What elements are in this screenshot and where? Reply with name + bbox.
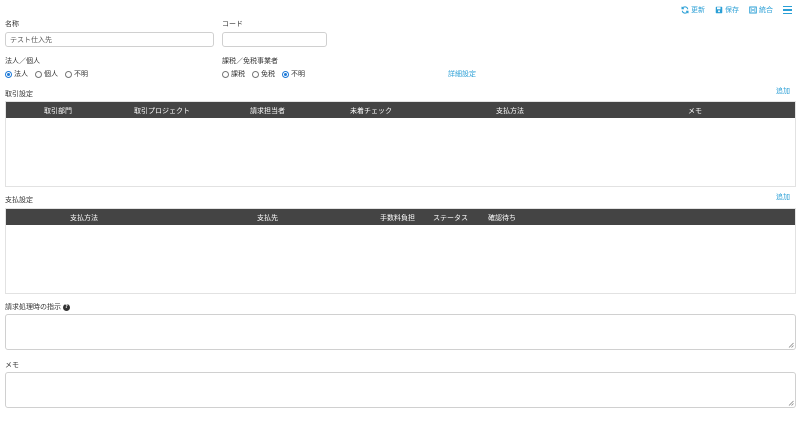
code-input[interactable]: [222, 32, 327, 47]
radio-icon[interactable]: [222, 70, 229, 78]
table-header: 取引部門 取引プロジェクト 請求担当者 未着チェック 支払方法 メモ: [6, 102, 795, 118]
billing-instructions-textarea[interactable]: [5, 314, 796, 350]
entity-type-option-unknown[interactable]: 不明: [65, 69, 88, 79]
save-button-label: 保存: [725, 6, 739, 14]
column-header[interactable]: 支払先: [257, 213, 278, 223]
help-icon[interactable]: ?: [63, 303, 70, 311]
code-label: コード: [222, 20, 243, 28]
update-button[interactable]: 更新: [681, 5, 705, 15]
transaction-settings-table: 取引部門 取引プロジェクト 請求担当者 未着チェック 支払方法 メモ: [5, 101, 796, 187]
column-header[interactable]: 取引プロジェクト: [134, 106, 190, 116]
entity-type-label: 法人／個人: [5, 57, 40, 65]
transaction-add-link[interactable]: 追加: [776, 86, 790, 96]
transaction-settings-title: 取引設定: [5, 90, 33, 98]
column-header[interactable]: 支払方法: [70, 213, 98, 223]
toolbar: 更新 保存 統合: [681, 5, 792, 15]
radio-icon[interactable]: [35, 70, 42, 78]
column-header[interactable]: 手数料負担: [380, 213, 415, 223]
billing-instructions-label: 請求処理時の指示?: [5, 302, 70, 312]
column-header[interactable]: 支払方法: [496, 106, 524, 116]
tax-status-radio-group: 課税 免税 不明: [222, 69, 308, 79]
name-input[interactable]: テスト仕入先: [5, 32, 214, 47]
tax-status-option-unknown[interactable]: 不明: [282, 69, 305, 79]
radio-icon[interactable]: [282, 70, 289, 78]
payment-settings-title: 支払設定: [5, 196, 33, 204]
table-header: 支払方法 支払先 手数料負担 ステータス 確認待ち: [6, 209, 795, 225]
floppy-disk-icon: [715, 6, 723, 14]
column-header[interactable]: 未着チェック: [350, 106, 392, 116]
entity-type-option-corporation[interactable]: 法人: [5, 69, 28, 79]
radio-icon[interactable]: [65, 70, 72, 78]
column-header[interactable]: ステータス: [433, 213, 468, 223]
hamburger-menu-icon[interactable]: [783, 6, 792, 14]
resize-handle-icon[interactable]: [788, 400, 794, 406]
radio-icon[interactable]: [252, 70, 259, 78]
merge-button-label: 統合: [759, 6, 773, 14]
payment-add-link[interactable]: 追加: [776, 192, 790, 202]
detail-settings-link[interactable]: 詳細設定: [448, 69, 476, 79]
column-header[interactable]: 確認待ち: [488, 213, 516, 223]
tax-status-label: 課税／免税事業者: [222, 57, 278, 65]
memo-label: メモ: [5, 361, 19, 369]
billing-instructions-label-text: 請求処理時の指示: [5, 303, 61, 311]
radio-icon[interactable]: [5, 70, 12, 78]
entity-type-option-individual[interactable]: 個人: [35, 69, 58, 79]
memo-textarea[interactable]: [5, 372, 796, 408]
refresh-icon: [681, 6, 689, 14]
update-button-label: 更新: [691, 6, 705, 14]
name-label: 名称: [5, 20, 19, 28]
entity-type-radio-group: 法人 個人 不明: [5, 69, 91, 79]
merge-button[interactable]: 統合: [749, 5, 773, 15]
resize-handle-icon[interactable]: [788, 342, 794, 348]
column-header[interactable]: 請求担当者: [250, 106, 285, 116]
payment-settings-table: 支払方法 支払先 手数料負担 ステータス 確認待ち: [5, 208, 796, 294]
column-header[interactable]: 取引部門: [44, 106, 72, 116]
column-header[interactable]: メモ: [688, 106, 702, 116]
tax-status-option-taxable[interactable]: 課税: [222, 69, 245, 79]
merge-icon: [749, 6, 757, 14]
tax-status-option-exempt[interactable]: 免税: [252, 69, 275, 79]
save-button[interactable]: 保存: [715, 5, 739, 15]
